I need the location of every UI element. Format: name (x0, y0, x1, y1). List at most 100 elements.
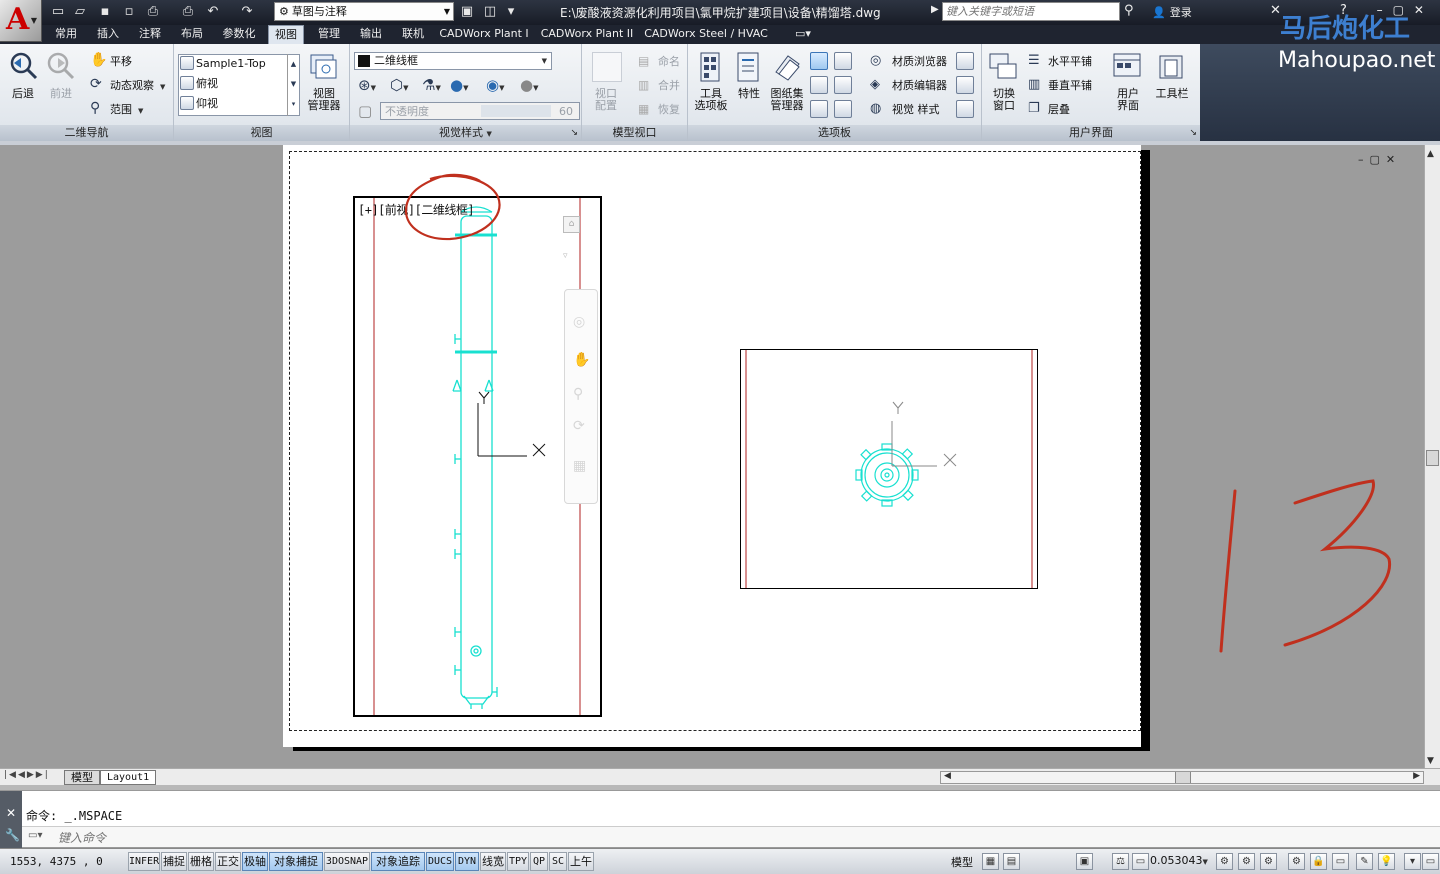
tab-model[interactable]: 模型 (64, 770, 100, 785)
material-browser-icon[interactable]: ◎ (870, 53, 881, 68)
pan-hand-icon[interactable]: ✋ (90, 52, 107, 68)
scroll-thumb[interactable] (1426, 450, 1439, 466)
hardware-acceleration-icon[interactable]: ▭ (1332, 853, 1349, 870)
lightbulb-icon[interactable]: 💡 (1378, 853, 1395, 870)
toolbars-icon[interactable] (1156, 52, 1186, 82)
plot-icon[interactable]: ⎙ (143, 3, 163, 21)
lock-icon[interactable]: 🔒 (1310, 853, 1327, 870)
open-file-icon[interactable]: ▱ (70, 3, 90, 21)
tab-cadworx-plant-2[interactable]: CADWorx Plant II (538, 25, 636, 44)
scroll-right-icon[interactable]: ▶ (1413, 771, 1420, 781)
login-button[interactable]: 👤 登录 (1152, 4, 1192, 20)
quick-view-drawings-icon[interactable]: ▤ (1003, 853, 1020, 870)
panel-launcher-icon[interactable]: ↘ (1189, 125, 1197, 141)
visual-style-dropdown[interactable]: 二维线框 ▼ (354, 52, 552, 70)
new-file-icon[interactable]: ▭ (48, 3, 68, 21)
tab-cadworx-steel-hvac[interactable]: CADWorx Steel / HVAC (644, 25, 768, 44)
zoom-extents-icon[interactable]: ⚲ (90, 100, 100, 116)
view-item-top[interactable]: 俯视 (196, 77, 218, 90)
restore-viewport-icon[interactable]: ▦ (638, 102, 649, 116)
status-menu-icon[interactable]: ▾ (1404, 853, 1421, 870)
panel-launcher-icon[interactable]: ↘ (570, 125, 578, 141)
print-icon[interactable]: ⎙ (178, 3, 198, 21)
grey-sphere-icon[interactable]: ●▼ (520, 76, 538, 94)
status-toggle[interactable]: DYN (455, 852, 479, 871)
tab-cadworx-plant-1[interactable]: CADWorx Plant I (438, 25, 530, 44)
settings-gear-icon[interactable]: ⚙ (1288, 853, 1305, 870)
tab-parametric[interactable]: 参数化 (215, 25, 263, 44)
annotation-scale-icon[interactable]: ⚖ (1112, 853, 1129, 870)
status-toggle[interactable]: QP (530, 852, 548, 871)
status-toggle[interactable]: 极轴 (242, 852, 268, 871)
chevron-down-icon[interactable]: ▿ (563, 251, 568, 261)
status-toggle[interactable]: 对象追踪 (371, 852, 425, 871)
application-menu-button[interactable]: A ▼ (0, 0, 42, 42)
maximize-viewport-icon[interactable]: ▣ (1076, 853, 1093, 870)
tool-palettes-icon[interactable] (698, 52, 724, 82)
viewport-window-controls[interactable]: –▢✕ (1358, 153, 1401, 166)
viewcube-home-icon[interactable]: ⌂ (563, 216, 580, 233)
cascade-button[interactable]: 层叠 (1048, 103, 1070, 116)
tile-vertical-icon[interactable]: ▥ (1028, 77, 1040, 92)
pan-button[interactable]: 平移 (110, 55, 132, 68)
tab-layout1[interactable]: Layout1 (100, 770, 157, 785)
status-toggle[interactable]: 捕捉 (161, 852, 187, 871)
tile-horizontal-button[interactable]: 水平平铺 (1048, 55, 1092, 68)
edge-effects-icon[interactable]: ⊛▼ (358, 76, 376, 94)
status-toggle[interactable]: 3DOSNAP (324, 852, 370, 871)
tab-annotate[interactable]: 注释 (132, 25, 168, 44)
material-icon[interactable]: ◉▼ (486, 76, 504, 94)
tab-insert[interactable]: 插入 (90, 25, 126, 44)
status-toggle[interactable]: INFER (128, 852, 160, 871)
palette-extra-icon[interactable] (956, 52, 974, 70)
face-style-icon[interactable]: ⚗▼ (422, 76, 441, 94)
palette-toggle-icon[interactable] (834, 100, 852, 118)
viewport-scale-value[interactable]: 0.053043▼ (1150, 854, 1208, 867)
join-viewport-icon[interactable]: ▥ (638, 78, 649, 92)
switch-window-icon[interactable] (988, 52, 1020, 82)
undo-icon[interactable]: ↶ (203, 3, 223, 21)
quick-access-more-icon[interactable]: ▾ (501, 3, 521, 21)
tab-manage[interactable]: 管理 (311, 25, 347, 44)
layer-icon[interactable]: ◫ (480, 3, 500, 21)
back-view-icon[interactable] (8, 50, 40, 82)
color-sphere-icon[interactable]: ●▼ (450, 76, 468, 94)
status-toggle[interactable]: 栅格 (188, 852, 214, 871)
view-item-sample1-top[interactable]: Sample1-Top (196, 57, 266, 70)
status-toggle[interactable]: 上午 (568, 852, 594, 871)
showmotion-icon[interactable]: ▦ (573, 458, 586, 474)
close-icon[interactable]: ✕ (6, 806, 16, 820)
save-as-icon[interactable]: ▫ (119, 3, 139, 21)
scroll-thumb[interactable] (1175, 772, 1191, 783)
auto-scale-icon[interactable]: ⚙ (1238, 853, 1255, 870)
clean-screen-icon[interactable]: ▭ (1422, 853, 1439, 870)
sheet-set-icon[interactable] (772, 52, 802, 82)
palette-extra-icon[interactable] (956, 100, 974, 118)
isolate-objects-icon[interactable]: ✎ (1356, 853, 1373, 870)
palette-toggle-icon[interactable] (834, 52, 852, 70)
status-toggle[interactable]: SC (549, 852, 567, 871)
command-prompt-icon[interactable]: ▭▾ (28, 830, 42, 841)
command-input[interactable] (58, 829, 658, 846)
annotation-visibility-icon[interactable]: ⚙ (1216, 853, 1233, 870)
palette-extra-icon[interactable] (956, 76, 974, 94)
orbit-icon[interactable]: ⟳ (573, 418, 585, 434)
model-space-toggle[interactable]: 模型 (951, 854, 973, 870)
search-input[interactable] (942, 2, 1120, 21)
tab-home[interactable]: 常用 (48, 25, 84, 44)
viewport-scale-icon[interactable]: ▭ (1132, 853, 1149, 870)
user-interface-icon[interactable] (1112, 52, 1142, 82)
properties-icon[interactable] (736, 52, 762, 82)
scroll-up-icon[interactable]: ▲ (1427, 149, 1434, 159)
chevron-down-icon[interactable]: ▼ (160, 79, 165, 92)
title-expand-icon[interactable]: ▶ (931, 4, 939, 15)
visual-styles-manager-button[interactable]: 视觉 样式 (892, 103, 940, 116)
tile-horizontal-icon[interactable]: ☰ (1028, 53, 1040, 68)
opacity-slider[interactable]: 不透明度 60 (380, 102, 580, 120)
material-editor-icon[interactable]: ◈ (870, 77, 880, 92)
coordinate-readout[interactable]: 1553, 4375 , 0 (10, 855, 103, 868)
scroll-left-icon[interactable]: ◀ (944, 771, 951, 781)
palette-toggle-icon[interactable] (810, 52, 828, 70)
orbit-button[interactable]: 动态观察 (110, 79, 154, 92)
material-browser-button[interactable]: 材质浏览器 (892, 55, 947, 68)
